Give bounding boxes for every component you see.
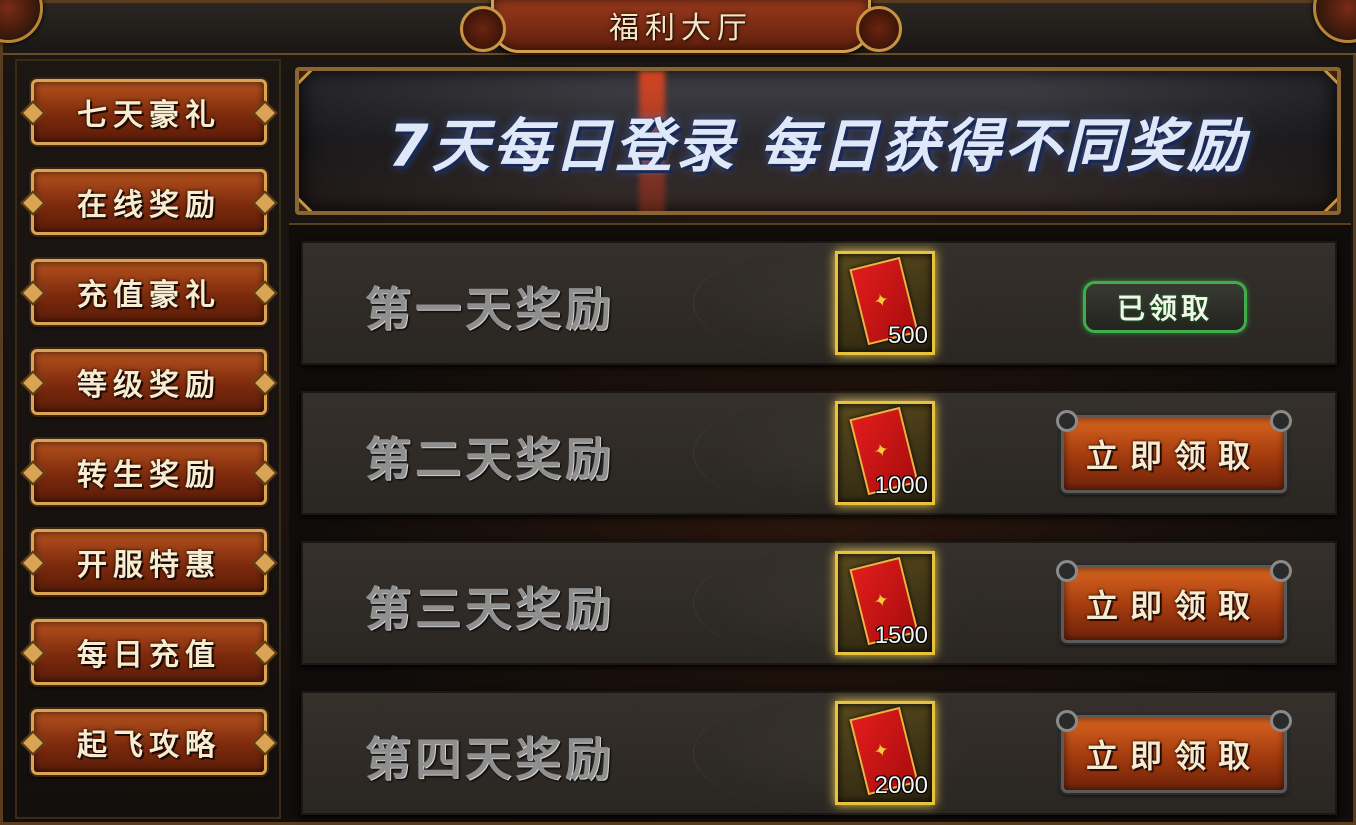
sidebar-item-rebirth-reward[interactable]: 转生奖励	[31, 439, 267, 505]
sidebar-item-label: 七天豪礼	[77, 98, 221, 133]
sidebar-item-label: 每日充值	[77, 638, 221, 673]
welfare-hall-window: 福利大厅 七天豪礼 在线奖励 充值豪礼 等级奖励 转生奖励 开服特惠 每日充值 …	[0, 0, 1356, 825]
sidebar-item-label: 开服特惠	[77, 548, 221, 583]
sidebar-item-online-reward[interactable]: 在线奖励	[31, 169, 267, 235]
item-count: 2000	[874, 772, 928, 799]
sidebar-item-label: 转生奖励	[77, 458, 221, 493]
reward-item-slot[interactable]: 2000	[835, 701, 935, 805]
reward-row-label: 第四天奖励	[365, 732, 615, 786]
item-count: 500	[887, 322, 928, 349]
sidebar: 七天豪礼 在线奖励 充值豪礼 等级奖励 转生奖励 开服特惠 每日充值 起飞攻略	[15, 59, 281, 819]
reward-item-slot[interactable]: 1000	[835, 401, 935, 505]
reward-item-slot[interactable]: 1500	[835, 551, 935, 655]
reward-list: 第一天奖励 500 已领取 第二天奖励 1000 立即领取 第三天奖励 1500	[289, 223, 1351, 819]
sidebar-item-daily-recharge[interactable]: 每日充值	[31, 619, 267, 685]
reward-row-day-3: 第三天奖励 1500 立即领取	[301, 541, 1337, 665]
sidebar-item-label: 在线奖励	[77, 188, 221, 223]
sidebar-item-takeoff-guide[interactable]: 起飞攻略	[31, 709, 267, 775]
sidebar-item-launch-special[interactable]: 开服特惠	[31, 529, 267, 595]
reward-row-day-2: 第二天奖励 1000 立即领取	[301, 391, 1337, 515]
reward-row-day-1: 第一天奖励 500 已领取	[301, 241, 1337, 365]
item-count: 1000	[874, 472, 928, 499]
reward-row-label: 第三天奖励	[365, 582, 615, 636]
sidebar-item-label: 充值豪礼	[77, 278, 221, 313]
item-count: 1500	[874, 622, 928, 649]
claim-now-button[interactable]: 立即领取	[1056, 410, 1292, 493]
claimed-badge: 已领取	[1083, 281, 1247, 333]
reward-item-slot[interactable]: 500	[835, 251, 935, 355]
event-banner: 7天每日登录 每日获得不同奖励	[295, 67, 1341, 215]
claim-now-button[interactable]: 立即领取	[1056, 710, 1292, 793]
reward-row-label: 第一天奖励	[365, 282, 615, 336]
title-plate: 福利大厅	[460, 0, 902, 53]
reward-row-day-4: 第四天奖励 2000 立即领取	[301, 691, 1337, 815]
page-title: 福利大厅	[609, 11, 753, 46]
banner-text: 7天每日登录 每日获得不同奖励	[388, 112, 1248, 180]
claim-now-button[interactable]: 立即领取	[1056, 560, 1292, 643]
reward-row-label: 第二天奖励	[365, 432, 615, 486]
sidebar-item-seven-day-gift[interactable]: 七天豪礼	[31, 79, 267, 145]
sidebar-item-recharge-gift[interactable]: 充值豪礼	[31, 259, 267, 325]
sidebar-item-label: 等级奖励	[77, 368, 221, 403]
sidebar-item-label: 起飞攻略	[77, 728, 221, 763]
sidebar-item-level-reward[interactable]: 等级奖励	[31, 349, 267, 415]
